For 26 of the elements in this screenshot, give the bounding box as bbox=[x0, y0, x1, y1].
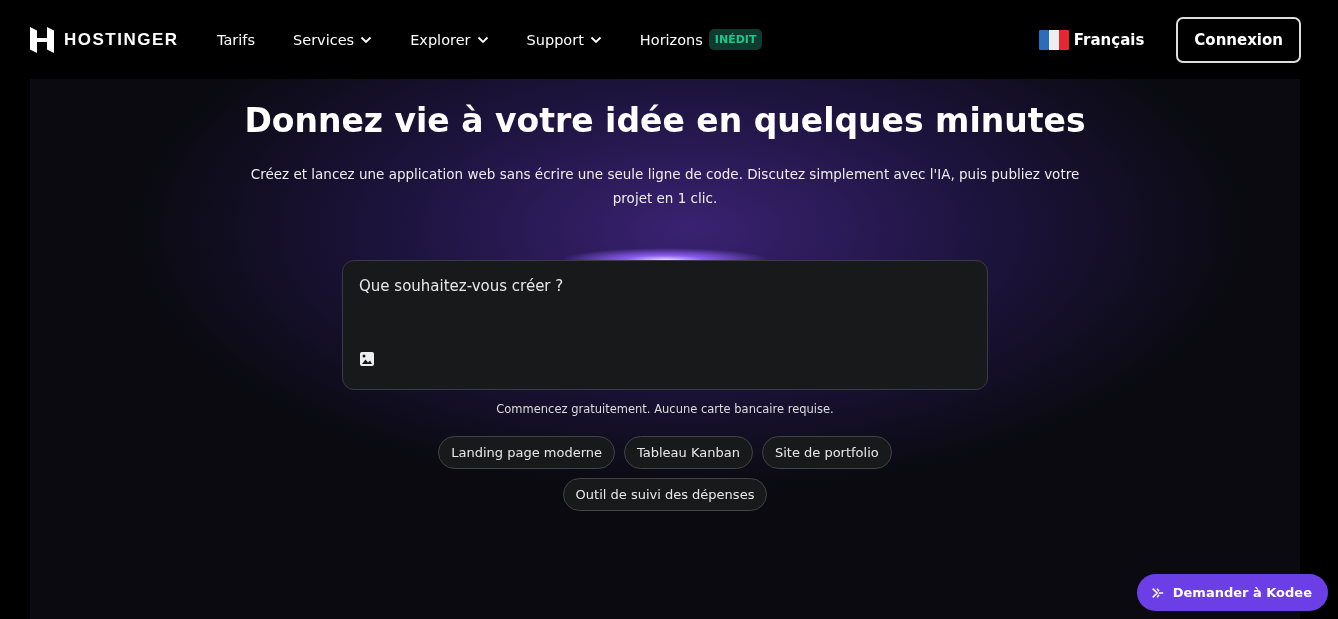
flag-icon bbox=[1038, 29, 1069, 50]
nav-link[interactable]: Services bbox=[293, 31, 355, 48]
nav-link[interactable]: Tarifs bbox=[217, 31, 255, 48]
login-button[interactable]: Connexion bbox=[1176, 16, 1301, 63]
chat-button[interactable]: Demander à Kodee bbox=[1136, 574, 1328, 611]
chevron-down-icon[interactable] bbox=[476, 35, 489, 44]
suggestion-chip[interactable]: Site de portfolio bbox=[761, 436, 892, 469]
logo-icon[interactable] bbox=[30, 25, 54, 54]
suggestion-chip[interactable]: Landing page moderne bbox=[438, 436, 615, 469]
hero-title: Donnez vie à votre idée en quelques minutes bbox=[244, 101, 1086, 140]
prompt-field[interactable]: Que souhaitez-vous créer ? bbox=[359, 277, 971, 351]
sparkle-icon bbox=[1150, 585, 1165, 600]
logo-wordmark[interactable]: HOSTINGER bbox=[64, 29, 179, 50]
suggestion-chip[interactable]: Outil de suivi des dépenses bbox=[562, 478, 768, 511]
nav-link[interactable]: Explorer bbox=[410, 31, 471, 48]
hero-subtitle: Créez et lancez une application web sans écrire une seule ligne de code. Discutez simplement avec l'IA, puis publiez votre projet en 1 clic. bbox=[249, 165, 1081, 208]
image-icon[interactable] bbox=[359, 351, 375, 367]
nav-link[interactable]: Horizons bbox=[639, 31, 703, 48]
free-note: Commencez gratuitement. Aucune carte bancaire requise. bbox=[496, 402, 834, 416]
chevron-down-icon[interactable] bbox=[589, 35, 602, 44]
new-badge: INÉDIT bbox=[708, 29, 763, 50]
prompt-input[interactable]: Que souhaitez-vous créer ? bbox=[342, 260, 988, 390]
suggestion-chip[interactable]: Tableau Kanban bbox=[624, 436, 753, 469]
nav-link[interactable]: Support bbox=[526, 31, 584, 48]
chevron-down-icon[interactable] bbox=[360, 35, 373, 44]
language-selector[interactable]: Français bbox=[1038, 29, 1145, 50]
